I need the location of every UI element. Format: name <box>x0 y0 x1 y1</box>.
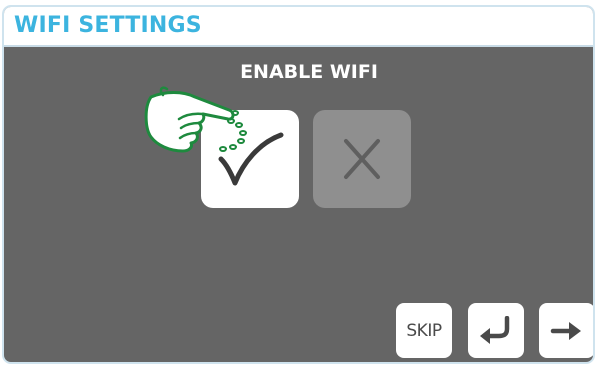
back-button[interactable] <box>468 303 524 358</box>
enable-wifi-label: ENABLE WIFI <box>240 61 378 83</box>
return-arrow-icon <box>480 315 510 344</box>
skip-label: SKIP <box>406 320 442 341</box>
next-button[interactable] <box>539 303 593 358</box>
checkmark-icon <box>218 132 284 186</box>
enable-wifi-no-button[interactable] <box>313 110 411 208</box>
window-title: WIFI SETTINGS <box>14 13 202 38</box>
enable-wifi-yes-button[interactable] <box>201 110 299 208</box>
x-icon <box>344 139 380 179</box>
right-arrow-icon <box>550 321 581 340</box>
skip-button[interactable]: SKIP <box>396 303 452 358</box>
title-bar: WIFI SETTINGS <box>4 7 593 47</box>
wifi-settings-panel: WIFI SETTINGS ENABLE WIFI SKIP <box>2 5 595 364</box>
